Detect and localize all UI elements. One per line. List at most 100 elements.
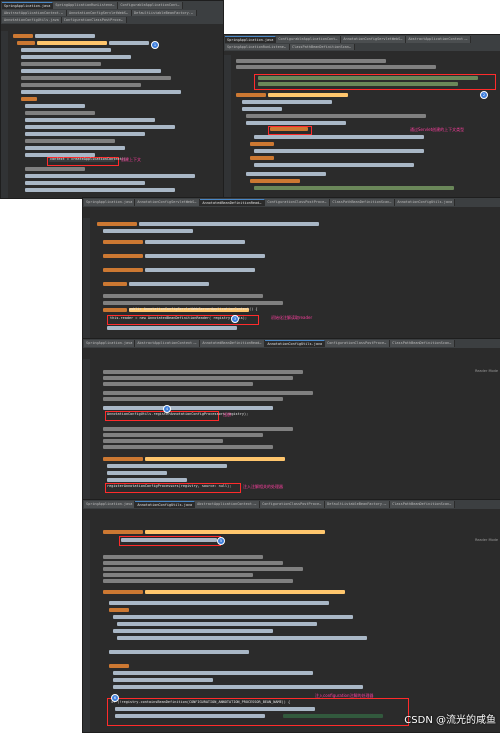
code-line — [115, 707, 315, 711]
editor-tab[interactable]: AnnotationConfigServletWebServerApplicat… — [341, 36, 407, 43]
code-line — [145, 590, 345, 594]
editor-tab[interactable]: ConfigurationClassPostProcessor.java — [265, 199, 331, 206]
code-line — [258, 82, 458, 86]
line-gutter — [83, 520, 90, 732]
reader-mode-toggle[interactable]: Reader Mode — [475, 369, 498, 373]
reader-mode-toggle[interactable]: Reader Mode — [475, 538, 498, 542]
code-line — [113, 615, 353, 619]
code-line — [109, 601, 329, 605]
code-line — [254, 163, 414, 167]
code-line — [25, 111, 95, 115]
code-line — [25, 104, 85, 108]
editor-tab[interactable]: ClassPathBeanDefinitionScanner.java — [290, 44, 355, 50]
editor-tab[interactable]: ConfigurationClassPostProcessor.java — [260, 501, 326, 508]
code-line — [250, 179, 300, 183]
code-line — [145, 457, 285, 461]
editor-tab[interactable]: AnnotationConfigUtils.java — [135, 501, 196, 508]
code-line — [103, 590, 143, 594]
code-line — [236, 93, 266, 97]
editor-tab[interactable]: ClassPathBeanDefinitionScanner.java — [390, 501, 456, 508]
editor-tab[interactable]: SpringApplication.java — [225, 36, 277, 43]
code-line — [103, 439, 223, 443]
editor-panel-1: SpringApplication.java SpringApplication… — [0, 0, 224, 199]
code-line — [242, 100, 332, 104]
annotation-create-context: 创建上下文 — [121, 157, 141, 162]
editor-panel-5: SpringApplication.java AnnotationConfigU… — [82, 499, 500, 733]
editor-tab[interactable]: AnnotationConfigUtils.java — [395, 199, 456, 206]
tab-bar: SpringApplication.java ConfigurableAppli… — [224, 35, 500, 51]
editor-tab[interactable]: ConfigurableApplicationContext.java — [118, 2, 184, 9]
tab-bar: SpringApplication.java AnnotationConfigU… — [83, 500, 500, 509]
editor-tab[interactable]: SpringApplication.java — [84, 501, 136, 508]
config-processor-check-code: if (!registry.containsBeanDefinition(CON… — [111, 700, 291, 704]
reader-init-code: this.reader = new AnnotatedBeanDefinitio… — [110, 316, 247, 320]
code-line — [103, 433, 263, 437]
code-line — [246, 114, 426, 118]
editor-tab[interactable]: AnnotationConfigServletWebServerApplicat… — [135, 199, 201, 206]
code-line — [109, 41, 149, 45]
editor-tab[interactable]: DefaultListableBeanFactory.java — [132, 10, 197, 16]
code-line — [107, 471, 167, 475]
editor-tab[interactable]: AnnotationConfigUtils.java — [265, 340, 326, 347]
code-line — [109, 608, 129, 612]
editor-tab[interactable]: ConfigurationClassPostProcessor.java — [61, 17, 127, 23]
editor-tab[interactable]: SpringApplicationRunListeners.java — [225, 44, 290, 50]
default-constructor-code: public AnnotationConfigServletWebServerA… — [129, 307, 258, 311]
code-line — [103, 555, 263, 559]
step-marker: 3 — [231, 315, 239, 323]
code-line — [103, 579, 293, 583]
annotation-register-call: 注入注解相关的处理器 — [243, 484, 283, 489]
code-line — [236, 65, 436, 69]
editor-tab[interactable]: AbstractApplicationContext.java — [2, 10, 67, 16]
code-line — [103, 229, 193, 233]
code-line — [145, 254, 265, 258]
editor-tab[interactable]: SpringApplication.java — [84, 199, 136, 206]
code-line — [103, 254, 143, 258]
code-line — [25, 118, 155, 122]
code-line — [103, 240, 143, 244]
code-line — [250, 142, 274, 146]
tab-bar: SpringApplication.java AnnotationConfigS… — [83, 198, 500, 207]
editor-tab[interactable]: SpringApplication.java — [2, 2, 54, 9]
code-line — [270, 127, 308, 131]
code-line — [109, 650, 249, 654]
step-marker: 2 — [480, 91, 488, 99]
editor-tab[interactable]: ConfigurableApplicationContext.java — [276, 36, 342, 43]
code-line — [21, 97, 37, 101]
code-line — [97, 222, 137, 226]
editor-tab[interactable]: AbstractApplicationContext.java — [135, 340, 201, 347]
code-line — [25, 188, 175, 192]
editor-panel-2: SpringApplication.java ConfigurableAppli… — [223, 34, 500, 202]
editor-tab[interactable]: AbstractApplicationContext.java — [406, 36, 472, 43]
line-gutter — [224, 55, 231, 201]
code-line — [21, 55, 131, 59]
code-line — [21, 76, 171, 80]
annotation-register: 注册 — [223, 412, 231, 417]
code-line — [103, 301, 283, 305]
code-line — [103, 457, 143, 461]
editor-tab[interactable]: AnnotationConfigServletWebServerApplicat… — [67, 10, 132, 16]
editor-tab[interactable]: AnnotatedBeanDefinitionReader.java — [200, 340, 266, 347]
editor-tab[interactable]: ClassPathBeanDefinitionScanner.java — [330, 199, 396, 206]
editor-tab[interactable]: ClassPathBeanDefinitionScanner.java — [390, 340, 456, 347]
editor-tab[interactable]: SpringApplicationRunListeners.java — [53, 2, 119, 9]
editor-tab[interactable]: AnnotationConfigUtils.java — [2, 17, 62, 23]
code-line — [103, 530, 143, 534]
code-line — [109, 664, 129, 668]
code-line — [21, 90, 181, 94]
code-line — [13, 34, 33, 38]
code-line — [103, 268, 143, 272]
code-line — [113, 685, 363, 689]
editor-tab[interactable]: DefaultListableBeanFactory.java — [325, 501, 391, 508]
code-line — [107, 464, 227, 468]
editor-tab[interactable]: AnnotatedBeanDefinitionReader.java — [200, 199, 266, 206]
editor-tab[interactable]: AbstractApplicationContext.java — [195, 501, 261, 508]
code-line — [254, 149, 424, 153]
code-line — [21, 83, 141, 87]
editor-tab[interactable]: SpringApplication.java — [84, 340, 136, 347]
editor-panel-4: SpringApplication.java AbstractApplicati… — [82, 338, 500, 500]
code-line — [21, 62, 101, 66]
editor-tab[interactable]: ConfigurationClassPostProcessor.java — [325, 340, 391, 347]
code-line — [103, 397, 283, 401]
code-line — [25, 174, 195, 178]
